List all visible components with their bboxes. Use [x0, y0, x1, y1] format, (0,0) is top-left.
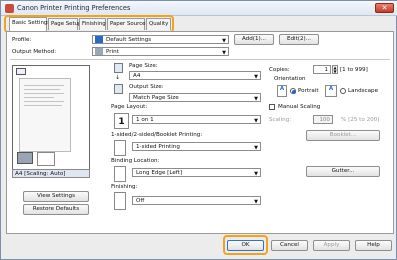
page-layout-label: Page Layout: — [111, 104, 148, 110]
chevron-down-icon: ▼ — [254, 118, 258, 124]
copies-spinner[interactable]: ▲ ▼ — [332, 65, 338, 74]
chevron-down-icon: ▼ — [254, 199, 258, 205]
page-layout-value: 1 on 1 — [136, 117, 154, 123]
profile-icon — [95, 36, 103, 43]
output-size-select[interactable]: Match Page Size ▼ — [129, 93, 261, 102]
print-icon — [95, 48, 103, 55]
duplex-select[interactable]: 1-sided Printing ▼ — [132, 142, 261, 151]
binding-select[interactable]: Long Edge [Left] ▼ — [132, 168, 261, 177]
finishing-icon — [114, 192, 126, 210]
view-settings-button[interactable]: View Settings — [23, 191, 89, 202]
duplex-label: 1-sided/2-sided/Booklet Printing: — [111, 132, 203, 138]
output-method-value: Print — [106, 49, 119, 55]
scaling-input[interactable]: 100 — [313, 115, 333, 124]
printer-preferences-window: Canon Printer Printing Preferences ✕ Bas… — [0, 0, 397, 260]
printer-app-icon — [5, 4, 14, 13]
page-layout-icon: 1 — [114, 113, 129, 129]
arrow-down-icon: ↓ — [115, 74, 121, 81]
duplex-value: 1-sided Printing — [136, 144, 180, 150]
portrait-icon: A — [277, 85, 287, 97]
preview-mode-icon[interactable] — [16, 68, 26, 75]
output-method-label: Output Method: — [12, 49, 57, 55]
help-button[interactable]: Help — [355, 240, 392, 251]
page-size-value: A4 — [133, 73, 141, 79]
profile-select[interactable]: Default Settings ▼ — [92, 35, 229, 44]
landscape-label: Landscape — [348, 88, 379, 94]
ok-highlight — [223, 235, 268, 255]
chevron-down-icon: ▼ — [254, 171, 258, 177]
apply-button[interactable]: Apply — [313, 240, 350, 251]
add-profile-button[interactable]: Add(1)... — [234, 34, 274, 45]
copies-input[interactable]: 1 — [313, 65, 331, 74]
landscape-radio[interactable] — [340, 88, 346, 94]
finishing-select[interactable]: Off ▼ — [132, 196, 261, 205]
cancel-button[interactable]: Cancel — [271, 240, 308, 251]
output-size-label: Output Size: — [129, 84, 164, 90]
page-layout-select[interactable]: 1 on 1 ▼ — [132, 115, 261, 124]
chevron-down-icon: ▼ — [222, 38, 226, 44]
preview-page — [19, 78, 71, 152]
binding-label: Binding Location: — [111, 158, 160, 164]
output-size-value: Match Page Size — [133, 95, 179, 101]
manual-scaling-label: Manual Scaling — [278, 104, 321, 110]
chevron-down-icon: ▼ — [254, 74, 258, 80]
manual-scaling-checkbox[interactable] — [269, 104, 275, 110]
finishing-label: Finishing: — [111, 184, 138, 190]
finishing-value: Off — [136, 198, 145, 204]
chevron-down-icon: ▼ — [222, 50, 226, 56]
scaling-range: % [25 to 200] — [341, 117, 380, 123]
window-title: Canon Printer Printing Preferences — [17, 4, 131, 12]
page-size-label: Page Size: — [129, 63, 158, 69]
landscape-icon: A — [325, 85, 337, 97]
layout-icon — [37, 152, 55, 166]
edit-profile-button[interactable]: Edit(2)... — [279, 34, 319, 45]
portrait-label: Portrait — [298, 88, 319, 94]
output-size-icon — [114, 84, 123, 94]
duplex-icon — [114, 140, 126, 156]
print-preview — [12, 65, 90, 177]
title-bar: Canon Printer Printing Preferences ✕ — [1, 1, 397, 16]
preview-caption: A4 [Scaling: Auto] — [12, 169, 90, 178]
chevron-down-icon: ▼ — [254, 96, 258, 102]
output-method-select[interactable]: Print ▼ — [92, 47, 229, 56]
page-size-select[interactable]: A4 ▼ — [129, 71, 261, 80]
gutter-button[interactable]: Gutter... — [306, 166, 380, 177]
close-button[interactable]: ✕ — [375, 3, 394, 13]
orientation-label: Orientation — [274, 76, 306, 82]
profile-value: Default Settings — [106, 37, 152, 43]
copies-label: Copies: — [269, 67, 290, 73]
binding-icon — [114, 166, 126, 182]
portrait-radio[interactable] — [290, 88, 296, 94]
printer-icon — [17, 152, 33, 164]
divider — [10, 59, 390, 60]
chevron-down-icon: ▼ — [254, 145, 258, 151]
scaling-label: Scaling: — [269, 117, 292, 123]
copies-range: [1 to 999] — [340, 67, 368, 73]
profile-label: Profile: — [12, 37, 32, 43]
page-size-icon — [114, 63, 123, 73]
binding-value: Long Edge [Left] — [136, 170, 183, 176]
booklet-button[interactable]: Booklet... — [306, 130, 380, 141]
restore-defaults-button[interactable]: Restore Defaults — [23, 204, 89, 215]
